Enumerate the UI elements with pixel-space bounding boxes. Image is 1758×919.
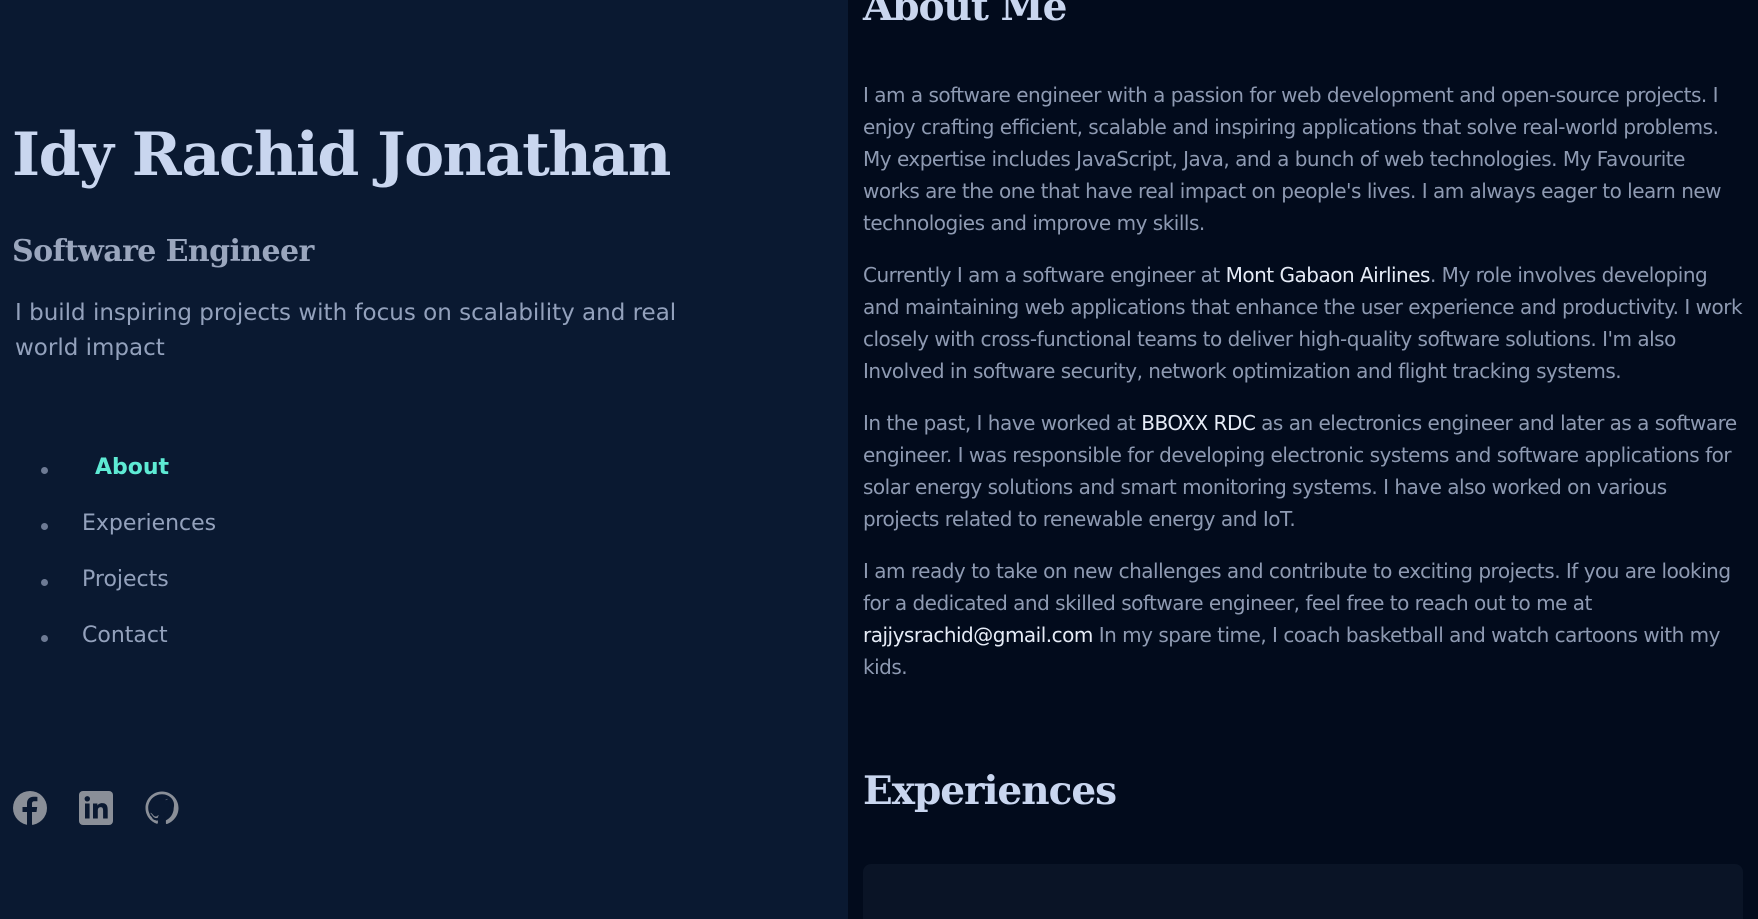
facebook-icon[interactable]	[12, 790, 48, 826]
profile-sidebar: Idy Rachid Jonathan Software Engineer I …	[0, 0, 848, 919]
portfolio-page: Idy Rachid Jonathan Software Engineer I …	[0, 0, 1758, 919]
github-icon[interactable]	[144, 790, 180, 826]
social-links	[12, 790, 180, 826]
content-main: About Me I am a software engineer with a…	[848, 0, 1758, 919]
experience-card[interactable]	[863, 864, 1743, 919]
employer-link[interactable]: Mont Gabaon Airlines	[1226, 263, 1431, 287]
past-employer-link[interactable]: BBOXX RDC	[1141, 411, 1256, 435]
profile-name: Idy Rachid Jonathan	[12, 120, 671, 190]
bullet-icon	[41, 579, 48, 586]
profile-role: Software Engineer	[12, 234, 314, 269]
paragraph-text: In the past, I have worked at	[863, 411, 1142, 435]
bullet-icon	[41, 635, 48, 642]
bullet-icon	[41, 523, 48, 530]
nav-item-label[interactable]: Projects	[82, 567, 169, 592]
experiences-heading: Experiences	[863, 768, 1117, 814]
email-link[interactable]: rajjysrachid@gmail.com	[863, 623, 1093, 647]
linkedin-icon[interactable]	[78, 790, 114, 826]
paragraph-text: I am ready to take on new challenges and…	[863, 559, 1731, 615]
bullet-icon	[41, 467, 48, 474]
nav-item-label[interactable]: About	[95, 455, 169, 480]
about-paragraph: In the past, I have worked at BBOXX RDC …	[863, 407, 1743, 535]
about-paragraph: I am ready to take on new challenges and…	[863, 555, 1743, 683]
about-paragraph: Currently I am a software engineer at Mo…	[863, 259, 1743, 387]
about-heading: About Me	[863, 0, 1067, 30]
about-section: I am a software engineer with a passion …	[863, 79, 1743, 703]
nav-item-label[interactable]: Contact	[82, 623, 168, 648]
profile-tagline: I build inspiring projects with focus on…	[15, 300, 677, 361]
about-paragraph: I am a software engineer with a passion …	[863, 83, 1722, 235]
nav-item-label[interactable]: Experiences	[82, 511, 216, 536]
paragraph-text: Currently I am a software engineer at	[863, 263, 1226, 287]
